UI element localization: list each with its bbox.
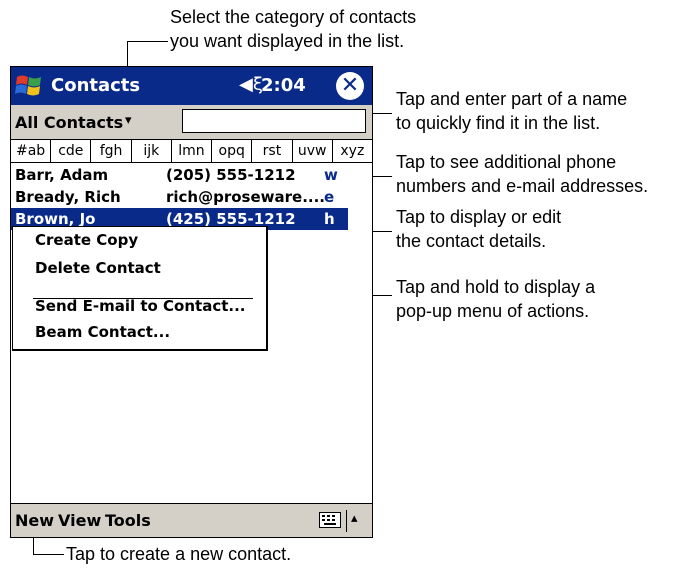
find-name-input[interactable] <box>182 109 366 133</box>
callout-find: Tap and enter part of a name to quickly … <box>396 87 627 135</box>
leader-line <box>127 41 168 42</box>
contact-row[interactable]: Barr, Adam (205) 555-1212 w <box>11 164 348 186</box>
callout-line: Tap to display or edit <box>396 207 562 227</box>
callout-line: to quickly find it in the list. <box>396 113 601 133</box>
callout-line: Select the category of contacts <box>170 7 417 27</box>
close-icon[interactable]: ✕ <box>336 72 364 100</box>
callout-line: Tap to create a new contact. <box>66 544 292 564</box>
menu-item-beam-contact[interactable]: Beam Contact... <box>35 323 170 341</box>
tools-menu[interactable]: Tools <box>105 511 151 530</box>
tab-rst[interactable]: rst <box>252 140 293 162</box>
menu-bar: New View Tools ▴ <box>11 503 372 537</box>
callout-line: you want displayed in the list. <box>170 31 405 51</box>
contact-type-tag[interactable]: h <box>324 210 335 228</box>
device-screen: Contacts ◀ξ 2:04 ✕ All Contacts ▾ #ab cd… <box>10 66 373 538</box>
new-button[interactable]: New <box>15 511 54 530</box>
contact-type-tag[interactable]: e <box>324 188 334 206</box>
contact-info: rich@proseware.... <box>166 188 325 206</box>
chevron-down-icon[interactable]: ▾ <box>125 113 132 128</box>
tab-lmn[interactable]: lmn <box>172 140 213 162</box>
category-bar: All Contacts ▾ <box>11 105 372 140</box>
callout-category: Select the category of contacts you want… <box>170 5 416 53</box>
callout-tag: Tap to see additional phone numbers and … <box>396 150 648 198</box>
tab-fgh[interactable]: fgh <box>91 140 132 162</box>
tab-ijk[interactable]: ijk <box>132 140 172 162</box>
menu-item-create-copy[interactable]: Create Copy <box>35 231 138 249</box>
title-bar: Contacts ◀ξ 2:04 ✕ <box>11 67 372 105</box>
keyboard-icon[interactable] <box>319 512 341 528</box>
menu-item-delete-contact[interactable]: Delete Contact <box>35 259 161 277</box>
tab-uvw[interactable]: uvw <box>293 140 333 162</box>
leader-line <box>33 554 64 555</box>
contact-row[interactable]: Bready, Rich rich@proseware.... e <box>11 186 348 208</box>
start-menu-icon[interactable] <box>14 71 44 101</box>
callout-line: numbers and e-mail addresses. <box>396 176 649 196</box>
divider <box>346 510 347 532</box>
tab-abc[interactable]: #ab <box>11 140 52 162</box>
tab-xyz[interactable]: xyz <box>333 140 372 162</box>
callout-details: Tap to display or edit the contact detai… <box>396 205 561 253</box>
chevron-up-icon[interactable]: ▴ <box>351 511 358 526</box>
speaker-icon[interactable]: ◀ξ <box>239 74 263 95</box>
popup-menu: Create Copy Delete Contact Send E-mail t… <box>12 226 268 351</box>
callout-line: Tap and enter part of a name <box>396 89 628 109</box>
callout-line: the contact details. <box>396 231 547 251</box>
contact-type-tag[interactable]: w <box>324 166 338 184</box>
callout-line: Tap and hold to display a <box>396 277 596 297</box>
contact-name: Bready, Rich <box>15 188 121 206</box>
category-dropdown[interactable]: All Contacts <box>15 113 123 132</box>
callout-line: Tap to see additional phone <box>396 152 617 172</box>
alphabet-tabs: #ab cde fgh ijk lmn opq rst uvw xyz <box>11 140 372 163</box>
contact-name: Barr, Adam <box>15 166 109 184</box>
tab-opq[interactable]: opq <box>212 140 253 162</box>
app-title: Contacts <box>51 75 141 96</box>
clock[interactable]: 2:04 <box>261 75 306 96</box>
callout-new: Tap to create a new contact. <box>66 542 291 566</box>
callout-hold: Tap and hold to display a pop-up menu of… <box>396 275 595 323</box>
tab-cde[interactable]: cde <box>51 140 92 162</box>
view-menu[interactable]: View <box>58 511 101 530</box>
callout-line: pop-up menu of actions. <box>396 301 590 321</box>
menu-item-send-email[interactable]: Send E-mail to Contact... <box>35 297 245 315</box>
contact-info: (205) 555-1212 <box>166 166 296 184</box>
